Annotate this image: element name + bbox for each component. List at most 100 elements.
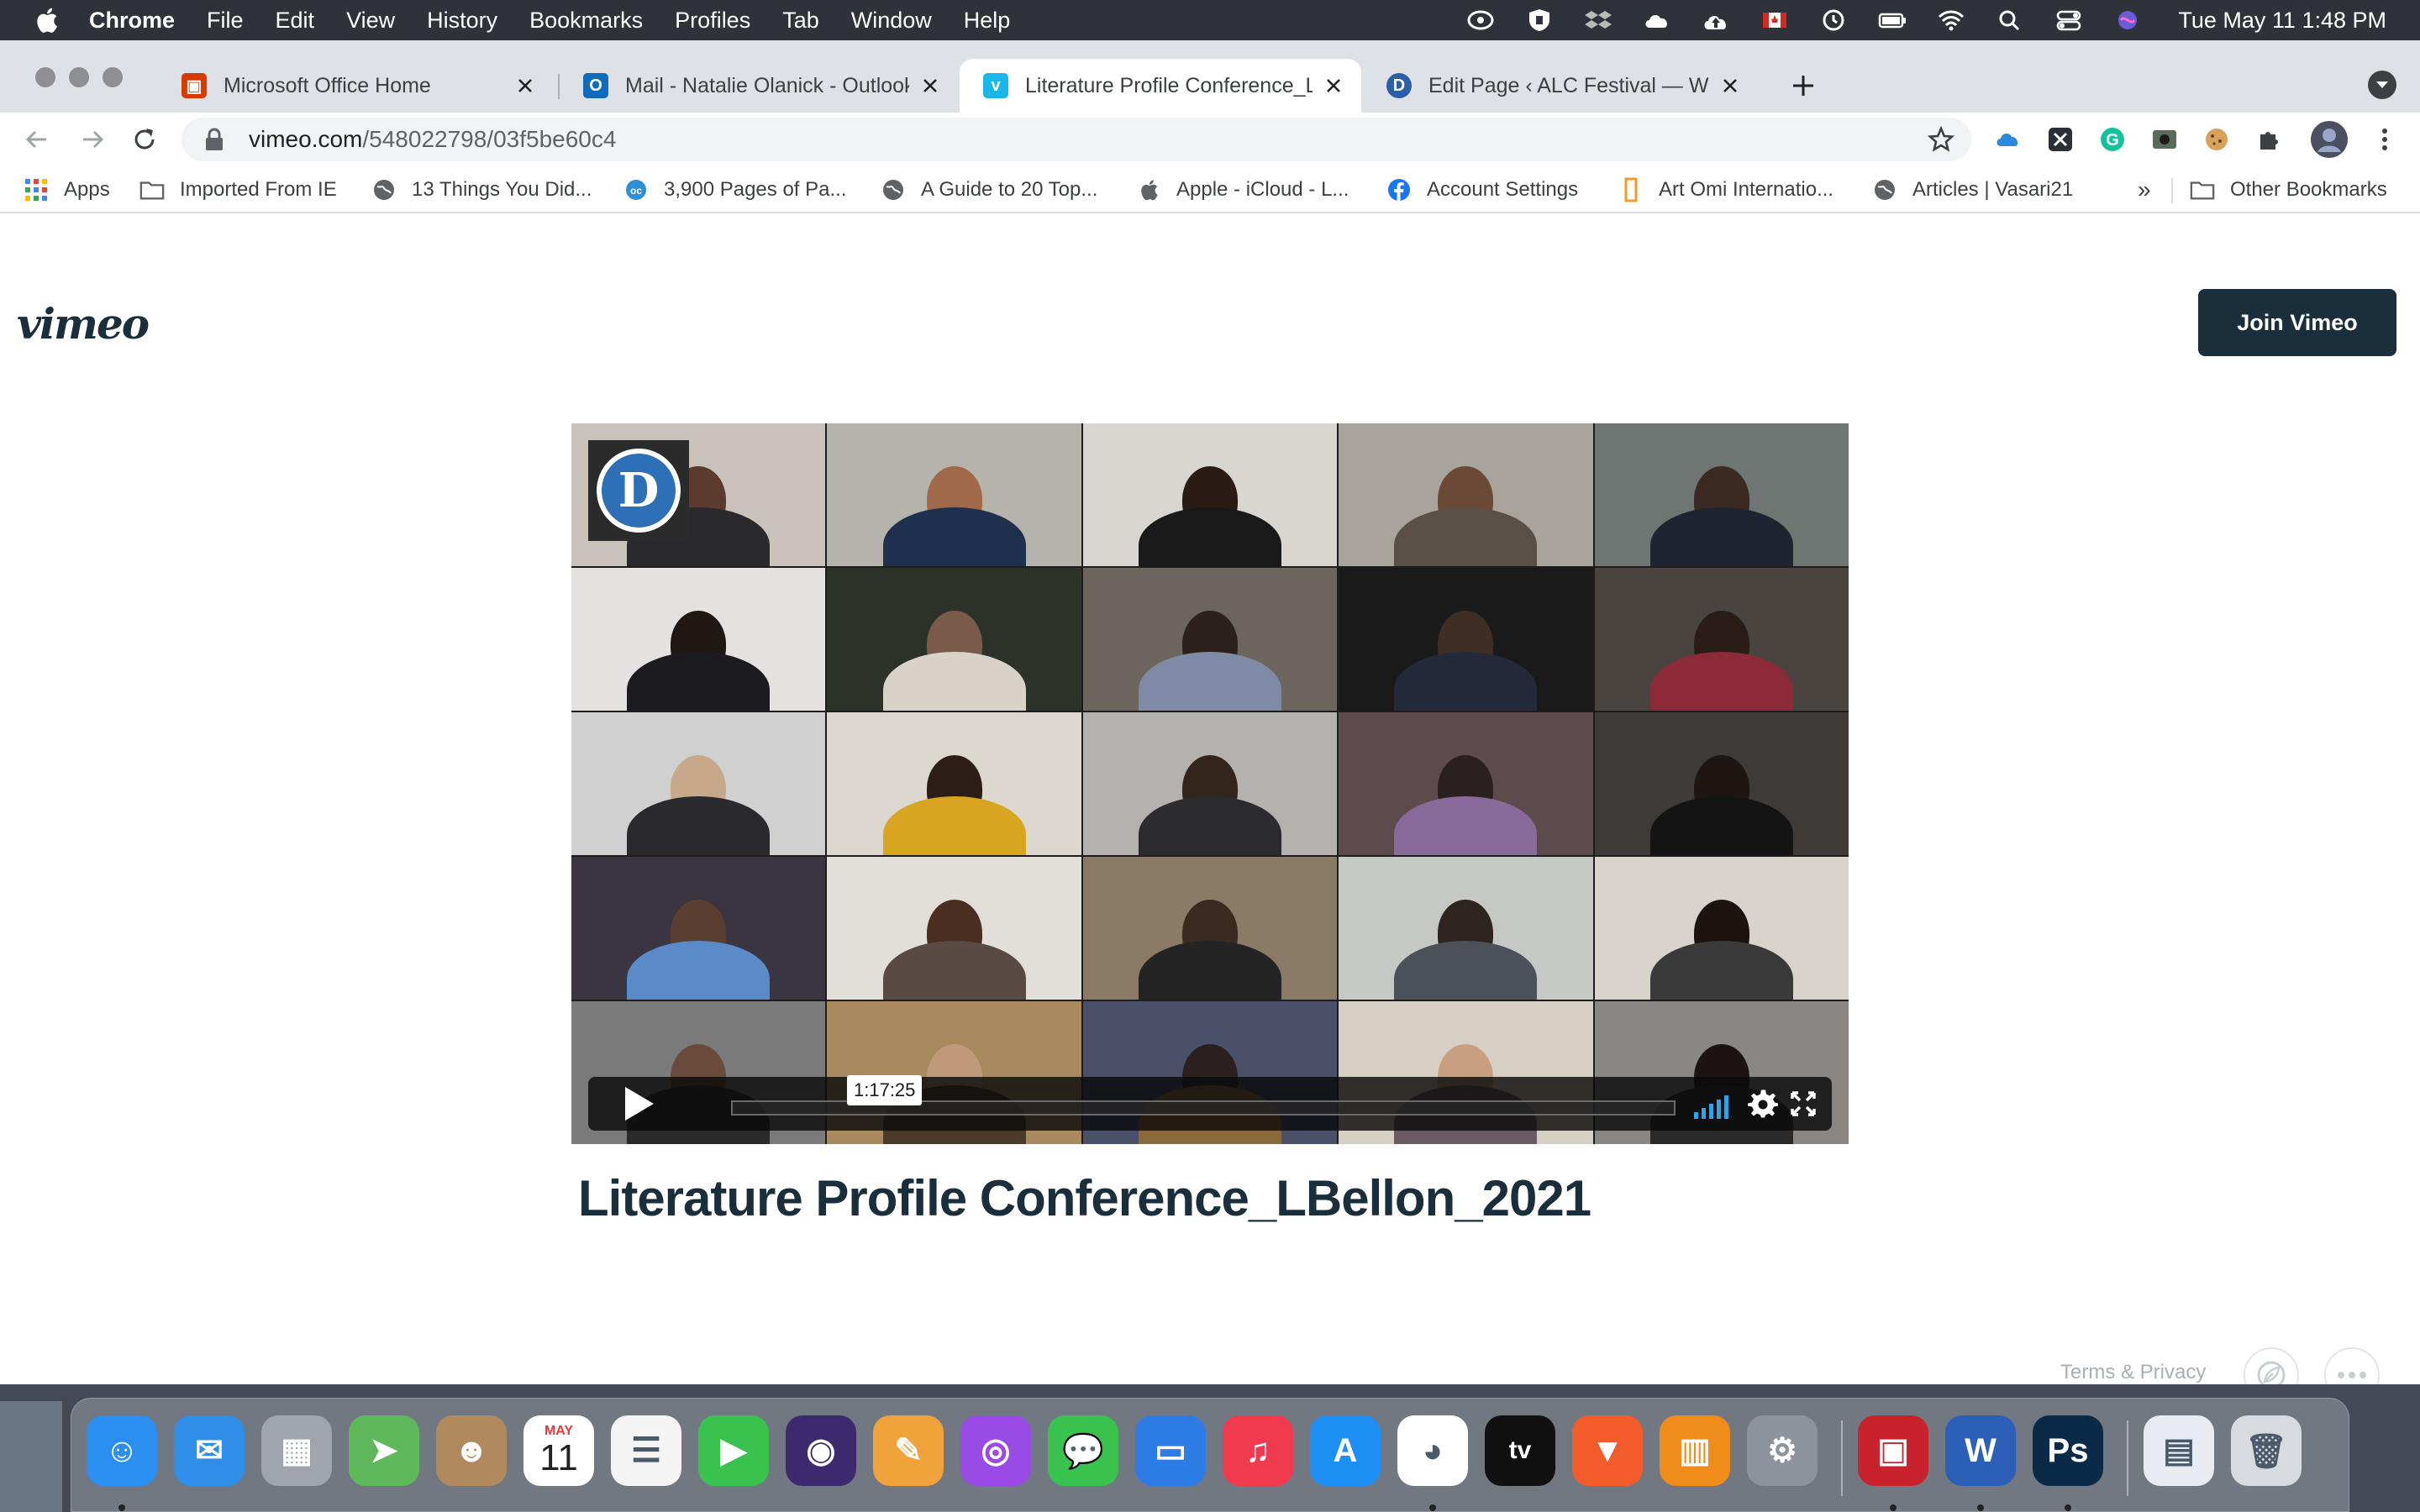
dock-siri-icon[interactable]: ◉	[786, 1415, 856, 1486]
wifi-icon[interactable]	[1934, 7, 1968, 34]
tab-microsoft-office[interactable]: ▣ Microsoft Office Home	[158, 59, 553, 113]
settings-gear-icon[interactable]	[1748, 1089, 1778, 1119]
dock-books-icon[interactable]: ▥	[1660, 1415, 1730, 1486]
icloud-icon[interactable]	[1640, 7, 1674, 34]
dock-pages-icon[interactable]: ✎	[873, 1415, 944, 1486]
dock-facetime-icon[interactable]: ▶	[698, 1415, 769, 1486]
bookmark-guide-20-top[interactable]: A Guide to 20 Top...	[881, 175, 1097, 205]
bookmark-apple-icloud[interactable]: Apple - iCloud - L...	[1136, 175, 1349, 205]
bookmark-13-things[interactable]: 13 Things You Did...	[371, 175, 592, 205]
dock-keynote-icon[interactable]: ▭	[1135, 1415, 1206, 1486]
close-icon[interactable]	[1319, 71, 1348, 100]
bookmark-apps[interactable]: Apps	[24, 175, 110, 205]
dropbox-icon[interactable]	[1581, 7, 1615, 34]
profile-avatar[interactable]	[2309, 119, 2349, 160]
bookmark-account-settings[interactable]: Account Settings	[1386, 175, 1578, 205]
tab-search-chevron-icon[interactable]	[2368, 71, 2396, 99]
tab-vimeo-video[interactable]: v Literature Profile Conference_LBellon_…	[960, 59, 1361, 113]
menu-window[interactable]: Window	[851, 8, 932, 34]
dock-system-preferences-icon[interactable]: ⚙	[1747, 1415, 1818, 1486]
more-dots-icon	[2338, 1372, 2366, 1378]
screen-recorder-extension-icon[interactable]	[2148, 123, 2181, 156]
close-icon[interactable]	[511, 71, 539, 100]
back-arrow-icon[interactable]	[20, 123, 54, 156]
dock-music-icon[interactable]: ♫	[1223, 1415, 1293, 1486]
battery-icon[interactable]	[1876, 7, 1909, 34]
menu-help[interactable]: Help	[964, 8, 1011, 34]
window-minimize-button[interactable]	[69, 67, 89, 87]
siri-icon[interactable]	[2111, 7, 2144, 34]
dock-brave-icon[interactable]: ▼	[1572, 1415, 1643, 1486]
dock-finder-icon[interactable]: ☺	[87, 1415, 157, 1486]
bookmarks-overflow-chevron[interactable]: »	[2138, 175, 2151, 205]
grammarly-icon[interactable]: G	[2096, 123, 2129, 156]
participant-tile	[1339, 857, 1593, 1000]
extensions-puzzle-icon[interactable]	[2252, 123, 2286, 156]
dock-messages-icon[interactable]: 💬	[1048, 1415, 1118, 1486]
dock-calendar-icon[interactable]: MAY 11	[523, 1415, 594, 1486]
menubar-clock[interactable]: Tue May 11 1:48 PM	[2178, 8, 2386, 34]
bookmark-other-bookmarks[interactable]: Other Bookmarks	[2190, 175, 2387, 205]
time-machine-icon[interactable]	[1817, 7, 1850, 34]
play-button[interactable]	[588, 1077, 689, 1131]
vimeo-logo[interactable]: vimeo	[17, 299, 150, 349]
dock-launchpad-icon[interactable]: ▦	[261, 1415, 332, 1486]
dock-apple-tv-icon[interactable]: tv	[1485, 1415, 1555, 1486]
close-icon[interactable]	[1716, 71, 1744, 100]
bookmark-imported-from-ie[interactable]: Imported From IE	[139, 175, 337, 205]
bookmark-art-omi[interactable]: Art Omi Internatio...	[1618, 175, 1833, 205]
menu-tab[interactable]: Tab	[782, 8, 819, 34]
bookmark-articles-vasari21[interactable]: Articles | Vasari21	[1872, 175, 2073, 205]
dock-podcasts-icon[interactable]: ◎	[960, 1415, 1031, 1486]
vpn-shield-icon[interactable]	[1523, 7, 1556, 34]
creative-cloud-icon[interactable]	[1464, 7, 1497, 34]
close-icon[interactable]	[916, 71, 944, 100]
desktop-file-thumbnail[interactable]	[0, 1401, 62, 1512]
dock-app-store-icon[interactable]: A	[1310, 1415, 1381, 1486]
address-bar[interactable]: vimeo.com/548022798/03f5be60c4	[182, 118, 1971, 161]
video-player[interactable]: D 1:17:25	[571, 423, 1849, 1144]
menu-profiles[interactable]: Profiles	[675, 8, 750, 34]
join-vimeo-button[interactable]: Join Vimeo	[2198, 289, 2396, 356]
spotlight-search-icon[interactable]	[1993, 7, 2027, 34]
dock-mail-icon[interactable]: ✉	[174, 1415, 245, 1486]
tab-wordpress-edit[interactable]: D Edit Page ‹ ALC Festival — WordPress	[1363, 59, 1758, 113]
fullscreen-icon[interactable]	[1790, 1090, 1817, 1117]
dock-reminders-icon[interactable]: ☰	[611, 1415, 681, 1486]
terms-privacy-link[interactable]: Terms & Privacy	[2060, 1361, 2206, 1384]
lock-icon[interactable]	[203, 127, 225, 152]
window-zoom-button[interactable]	[103, 67, 123, 87]
cookie-extension-icon[interactable]	[2200, 123, 2233, 156]
menu-file[interactable]: File	[207, 8, 244, 34]
dock-documents-stack-icon[interactable]: ▤	[2144, 1415, 2214, 1486]
apple-menu-icon[interactable]	[34, 6, 59, 34]
dock-contacts-icon[interactable]: ☻	[436, 1415, 507, 1486]
new-tab-button[interactable]	[1786, 69, 1820, 102]
bookmark-star-icon[interactable]	[1928, 126, 1954, 153]
menu-bookmarks[interactable]: Bookmarks	[529, 8, 643, 34]
dock-fortiClient-icon[interactable]: ▣	[1858, 1415, 1928, 1486]
menu-edit[interactable]: Edit	[276, 8, 315, 34]
progress-timeline[interactable]: 1:17:25	[731, 1075, 1676, 1116]
dock-trash-icon[interactable]: 🗑	[2231, 1415, 2302, 1486]
reload-icon[interactable]	[128, 123, 161, 156]
canada-flag-icon[interactable]	[1758, 7, 1791, 34]
bookmark-3900-pages[interactable]: oc 3,900 Pages of Pa...	[623, 175, 847, 205]
dock-photoshop-icon[interactable]: Ps	[2033, 1415, 2103, 1486]
dock-word-icon[interactable]: W	[1945, 1415, 2016, 1486]
url-text[interactable]: vimeo.com/548022798/03f5be60c4	[249, 126, 616, 153]
window-close-button[interactable]	[35, 67, 55, 87]
control-center-icon[interactable]	[2052, 7, 2086, 34]
extension-dark-grid-icon[interactable]	[2044, 123, 2077, 156]
volume-icon[interactable]	[1694, 1089, 1736, 1119]
chrome-menu-icon[interactable]	[2368, 123, 2402, 156]
menu-history[interactable]: History	[427, 8, 497, 34]
forward-arrow-icon[interactable]	[76, 123, 109, 156]
dock-maps-icon[interactable]: ➤	[349, 1415, 419, 1486]
onedrive-extension-icon[interactable]	[1991, 123, 2025, 156]
dock-chrome-icon[interactable]: ◕	[1397, 1415, 1468, 1486]
cloud-upload-icon[interactable]	[1699, 7, 1733, 34]
tab-outlook-mail[interactable]: O Mail - Natalie Olanick - Outlook	[560, 59, 958, 113]
menu-view[interactable]: View	[346, 8, 395, 34]
menu-app-chrome[interactable]: Chrome	[89, 8, 175, 34]
